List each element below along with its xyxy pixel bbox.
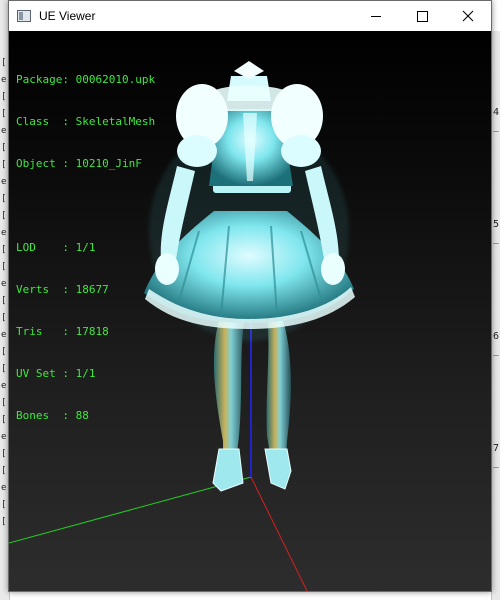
background-glyph: [ xyxy=(1,398,7,408)
background-glyph: e xyxy=(1,279,7,289)
background-glyph: 4 xyxy=(493,107,500,118)
app-window-icon xyxy=(17,10,31,22)
maximize-icon xyxy=(416,10,428,22)
info-row-uvset: UV Set : 1/1 xyxy=(16,367,96,380)
mesh-info-panel: Package: 00062010.upk Class : SkeletalMe… xyxy=(16,45,155,451)
axis-y-green xyxy=(9,476,252,544)
info-row-lod: LOD : 1/1 xyxy=(16,241,96,254)
info-row-package: Package: 00062010.upk xyxy=(16,73,156,86)
close-button[interactable] xyxy=(445,1,491,31)
close-icon xyxy=(462,10,474,22)
background-glyph: e xyxy=(1,432,7,442)
background-glyph: e xyxy=(1,381,7,391)
background-glyph: [ xyxy=(1,262,7,272)
ue-viewer-window: UE Viewer Package: 00062010.upk Class: … xyxy=(8,0,492,592)
background-glyph: [ xyxy=(1,109,7,119)
background-glyph: 6 xyxy=(493,331,500,342)
background-glyph: [ xyxy=(1,313,7,323)
title-bar[interactable]: UE Viewer xyxy=(9,1,491,31)
background-glyph: [ xyxy=(1,415,7,425)
background-glyph: [ xyxy=(1,466,7,476)
minimize-button[interactable] xyxy=(353,1,399,31)
background-glyph: [ xyxy=(1,160,7,170)
background-app-right-strip: 4 _ 5 _ 6 _ 7 _ xyxy=(491,31,500,600)
background-glyph: 5 xyxy=(493,219,500,230)
background-glyph: [ xyxy=(1,347,7,357)
axis-x-red xyxy=(250,476,308,591)
skeletal-mesh-model xyxy=(144,61,355,492)
background-glyph: [ xyxy=(1,364,7,374)
background-glyph: _ xyxy=(493,345,500,356)
background-glyph: [ xyxy=(1,245,7,255)
info-row-tris: Tris : 17818 xyxy=(16,325,109,338)
info-row-object: Object : 10210_JinF xyxy=(16,157,142,170)
background-glyph: e xyxy=(1,126,7,136)
background-glyph: e xyxy=(1,483,7,493)
background-glyph: 7 xyxy=(493,443,500,454)
background-glyph: _ xyxy=(493,121,500,132)
background-glyph: [ xyxy=(1,92,7,102)
maximize-button[interactable] xyxy=(399,1,445,31)
info-row-verts: Verts : 18677 xyxy=(16,283,109,296)
background-glyph: [ xyxy=(1,58,7,68)
info-row-class: Class : SkeletalMesh xyxy=(16,115,156,128)
minimize-icon xyxy=(371,15,381,17)
background-glyph: _ xyxy=(493,233,500,244)
3d-viewport[interactable]: Package: 00062010.upk Class : SkeletalMe… xyxy=(9,31,491,591)
background-glyph: [ xyxy=(1,517,7,527)
background-glyph: [ xyxy=(1,194,7,204)
background-glyph: e xyxy=(1,75,7,85)
background-glyph: [ xyxy=(1,296,7,306)
background-glyph: [ xyxy=(1,500,7,510)
background-glyph: e xyxy=(1,228,7,238)
info-row-bones: Bones : 88 xyxy=(16,409,89,422)
background-glyph: e xyxy=(1,177,7,187)
background-glyph: [ xyxy=(1,449,7,459)
background-glyph: [ xyxy=(1,211,7,221)
window-title: UE Viewer xyxy=(39,9,96,23)
background-glyph: e xyxy=(1,330,7,340)
background-glyph: _ xyxy=(493,457,500,468)
background-glyph: [ xyxy=(1,143,7,153)
